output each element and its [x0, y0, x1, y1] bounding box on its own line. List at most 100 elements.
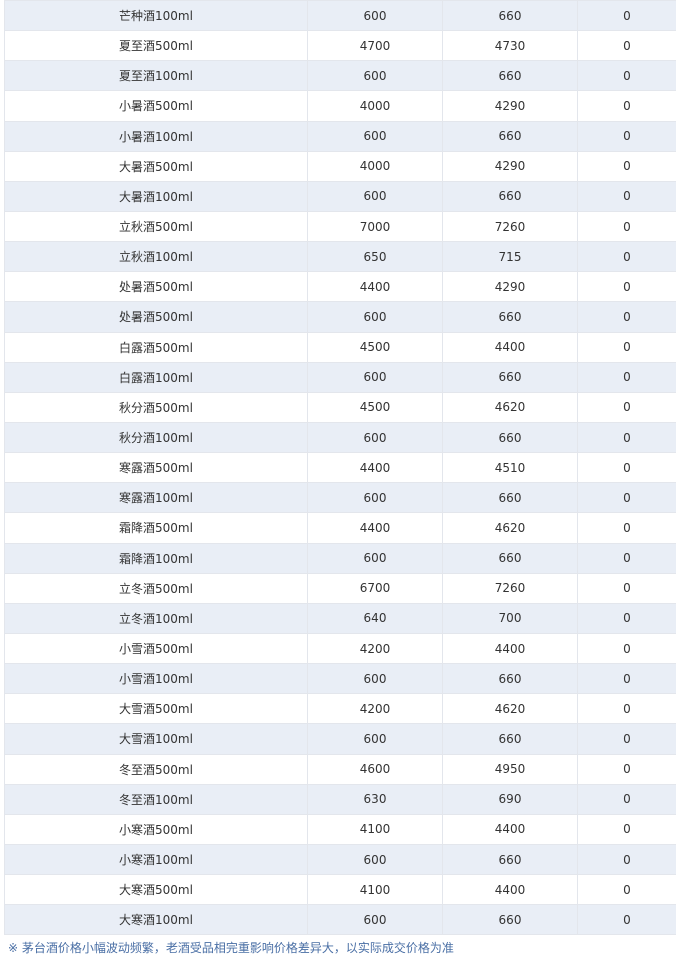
- price-cell-1: 4500: [307, 332, 442, 362]
- change-cell: 0: [577, 242, 676, 272]
- price-cell-1: 630: [307, 784, 442, 814]
- table-row: 霜降酒100ml 600 660 0: [4, 543, 676, 574]
- product-name-cell: 立秋酒100ml: [4, 242, 307, 272]
- table-row: 秋分酒500ml 4500 4620 0: [4, 392, 676, 423]
- price-cell-1: 4200: [307, 633, 442, 664]
- change-cell: 0: [577, 754, 676, 784]
- product-name-cell: 白露酒100ml: [4, 362, 307, 392]
- change-cell: 0: [577, 844, 676, 875]
- product-name-cell: 芒种酒100ml: [4, 1, 307, 31]
- product-name-cell: 小寒酒100ml: [4, 844, 307, 875]
- change-cell: 0: [577, 121, 676, 151]
- product-name-cell: 寒露酒100ml: [4, 483, 307, 513]
- table-row: 大寒酒100ml 600 660 0: [4, 905, 676, 936]
- product-name-cell: 小暑酒500ml: [4, 91, 307, 121]
- table-row: 小寒酒500ml 4100 4400 0: [4, 814, 676, 845]
- price-cell-2: 4290: [442, 151, 577, 181]
- table-row: 大雪酒500ml 4200 4620 0: [4, 694, 676, 725]
- product-name-cell: 白露酒500ml: [4, 332, 307, 362]
- table-row: 白露酒500ml 4500 4400 0: [4, 332, 676, 363]
- change-cell: 0: [577, 875, 676, 905]
- change-cell: 0: [577, 724, 676, 754]
- change-cell: 0: [577, 543, 676, 573]
- product-name-cell: 处暑酒500ml: [4, 272, 307, 302]
- change-cell: 0: [577, 573, 676, 603]
- price-cell-1: 4100: [307, 875, 442, 905]
- change-cell: 0: [577, 211, 676, 242]
- price-cell-1: 600: [307, 844, 442, 875]
- price-cell-2: 4400: [442, 633, 577, 664]
- price-cell-1: 600: [307, 302, 442, 332]
- change-cell: 0: [577, 633, 676, 664]
- price-cell-2: 660: [442, 483, 577, 513]
- table-row: 冬至酒500ml 4600 4950 0: [4, 754, 676, 785]
- price-cell-1: 600: [307, 543, 442, 573]
- table-row: 处暑酒500ml 4400 4290 0: [4, 272, 676, 303]
- change-cell: 0: [577, 483, 676, 513]
- table-row: 夏至酒500ml 4700 4730 0: [4, 31, 676, 62]
- table-row: 大暑酒100ml 600 660 0: [4, 181, 676, 212]
- price-cell-2: 660: [442, 181, 577, 211]
- price-cell-1: 600: [307, 664, 442, 694]
- price-cell-1: 600: [307, 905, 442, 935]
- product-name-cell: 冬至酒100ml: [4, 784, 307, 814]
- product-name-cell: 大雪酒100ml: [4, 724, 307, 754]
- price-cell-1: 6700: [307, 573, 442, 603]
- price-cell-2: 660: [442, 61, 577, 91]
- table-row: 小暑酒100ml 600 660 0: [4, 121, 676, 152]
- price-cell-2: 7260: [442, 211, 577, 242]
- price-cell-2: 4400: [442, 814, 577, 844]
- price-cell-1: 600: [307, 483, 442, 513]
- product-name-cell: 夏至酒500ml: [4, 31, 307, 61]
- table-row: 立秋酒500ml 7000 7260 0: [4, 211, 676, 243]
- change-cell: 0: [577, 513, 676, 543]
- change-cell: 0: [577, 272, 676, 302]
- price-cell-2: 660: [442, 844, 577, 875]
- product-name-cell: 小寒酒500ml: [4, 814, 307, 844]
- price-cell-2: 715: [442, 242, 577, 272]
- change-cell: 0: [577, 694, 676, 724]
- table-row: 小雪酒500ml 4200 4400 0: [4, 633, 676, 665]
- product-name-cell: 大暑酒500ml: [4, 151, 307, 181]
- price-cell-1: 4500: [307, 392, 442, 422]
- price-cell-1: 4600: [307, 754, 442, 784]
- price-cell-1: 4100: [307, 814, 442, 844]
- price-cell-2: 4400: [442, 875, 577, 905]
- change-cell: 0: [577, 664, 676, 694]
- price-cell-1: 600: [307, 724, 442, 754]
- price-cell-2: 690: [442, 784, 577, 814]
- table-row: 立冬酒500ml 6700 7260 0: [4, 573, 676, 604]
- change-cell: 0: [577, 181, 676, 211]
- price-cell-2: 660: [442, 422, 577, 453]
- product-name-cell: 立冬酒100ml: [4, 603, 307, 633]
- price-cell-2: 4510: [442, 453, 577, 483]
- price-cell-1: 600: [307, 61, 442, 91]
- product-name-cell: 大雪酒500ml: [4, 694, 307, 724]
- price-cell-2: 660: [442, 543, 577, 573]
- change-cell: 0: [577, 91, 676, 121]
- product-name-cell: 秋分酒500ml: [4, 392, 307, 422]
- product-name-cell: 小雪酒500ml: [4, 633, 307, 664]
- product-name-cell: 立秋酒500ml: [4, 211, 307, 242]
- price-cell-2: 660: [442, 724, 577, 754]
- table-row: 夏至酒100ml 600 660 0: [4, 61, 676, 92]
- table-row: 霜降酒500ml 4400 4620 0: [4, 513, 676, 544]
- price-cell-2: 660: [442, 1, 577, 31]
- price-cell-2: 4730: [442, 31, 577, 61]
- price-cell-1: 4000: [307, 151, 442, 181]
- price-cell-1: 600: [307, 181, 442, 211]
- product-name-cell: 秋分酒100ml: [4, 422, 307, 453]
- change-cell: 0: [577, 392, 676, 422]
- change-cell: 0: [577, 61, 676, 91]
- price-cell-2: 4620: [442, 694, 577, 724]
- change-cell: 0: [577, 31, 676, 61]
- price-table: 芒种酒100ml 600 660 0 夏至酒500ml 4700 4730 0 夏至酒100ml…: [4, 0, 676, 936]
- price-cell-1: 600: [307, 422, 442, 453]
- change-cell: 0: [577, 1, 676, 31]
- table-row: 小寒酒100ml 600 660 0: [4, 844, 676, 876]
- change-cell: 0: [577, 603, 676, 633]
- price-cell-2: 4290: [442, 91, 577, 121]
- table-row: 芒种酒100ml 600 660 0: [4, 1, 676, 32]
- product-name-cell: 立冬酒500ml: [4, 573, 307, 603]
- change-cell: 0: [577, 302, 676, 332]
